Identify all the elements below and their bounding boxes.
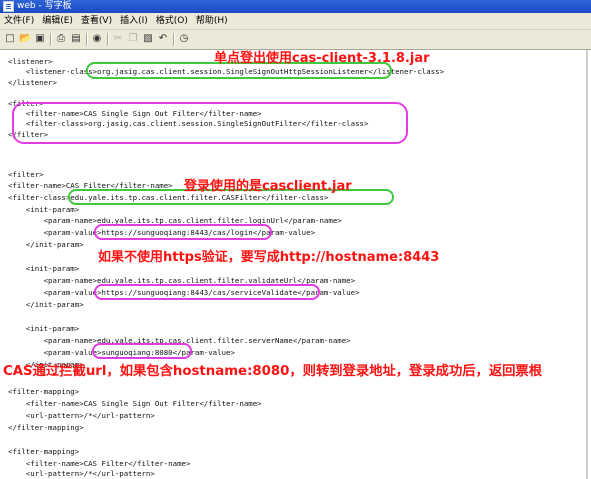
annotation-intercept: CAS通过拦截url，如果包含hostname:8080，则转到登录地址，登录成… [3, 364, 543, 379]
toolbar-separator [107, 33, 109, 46]
save-icon[interactable]: ▣ [34, 33, 46, 45]
menu-edit[interactable]: 编辑(E) [38, 13, 77, 29]
code-line: </init-param> [8, 300, 84, 309]
copy-icon[interactable]: ❐ [127, 33, 139, 45]
code-line: <filter> [8, 170, 44, 179]
highlight-oval [92, 343, 192, 359]
insert-datetime-icon[interactable]: ◷ [178, 33, 190, 45]
annotation-https: 如果不使用https验证，要写成http://hostname:8443 [98, 250, 440, 265]
highlight-oval [94, 224, 272, 240]
code-line: <init-param> [8, 205, 80, 214]
code-line: <filter-name>CAS Single Sign Out Filter<… [8, 399, 262, 408]
wordpad-icon [3, 1, 14, 12]
toolbar-separator [86, 33, 88, 46]
code-line: </init-param> [8, 240, 84, 249]
toolbar-separator [50, 33, 52, 46]
title-bar: web - 写字板 [0, 0, 591, 13]
code-line: <filter-name>CAS Filter</filter-name> [8, 459, 191, 468]
highlight-oval [12, 102, 408, 144]
code-line: <filter-mapping> [8, 387, 80, 396]
menu-format[interactable]: 格式(O) [152, 13, 192, 29]
highlight-oval [94, 284, 320, 300]
code-line: <url-pattern>/*</url-pattern> [8, 469, 155, 478]
cut-icon[interactable]: ✂ [112, 33, 124, 45]
code-line: <init-param> [8, 264, 80, 273]
code-line: </filter-mapping> [8, 423, 84, 432]
toolbar-separator [173, 33, 175, 46]
code-line: <listener> [8, 57, 53, 66]
annotation-casclient: 登录使用的是casclient.jar [184, 179, 352, 194]
menu-file[interactable]: 文件(F) [0, 13, 38, 29]
code-line: <init-param> [8, 324, 80, 333]
window-title: web - 写字板 [17, 1, 72, 11]
undo-icon[interactable]: ↶ [157, 33, 169, 45]
menu-insert[interactable]: 插入(I) [116, 13, 152, 29]
paste-icon[interactable]: ▧ [142, 33, 154, 45]
menu-view[interactable]: 查看(V) [77, 13, 116, 29]
print-preview-icon[interactable]: ▤ [70, 33, 82, 45]
code-line: </listener> [8, 78, 57, 87]
document-right-border [586, 50, 588, 479]
code-line: <url-pattern>/*</url-pattern> [8, 411, 155, 420]
menu-bar: 文件(F) 编辑(E) 查看(V) 插入(I) 格式(O) 帮助(H) [0, 13, 591, 30]
new-file-icon[interactable]: □ [4, 33, 16, 45]
annotation-sso: 单点登出使用cas-client-3.1.8.jar [214, 51, 430, 66]
menu-help[interactable]: 帮助(H) [192, 13, 232, 29]
code-line: <filter-mapping> [8, 447, 80, 456]
print-icon[interactable]: ⎙ [55, 33, 67, 45]
open-folder-icon[interactable]: 📂 [19, 33, 31, 45]
find-icon[interactable]: ◉ [91, 33, 103, 45]
